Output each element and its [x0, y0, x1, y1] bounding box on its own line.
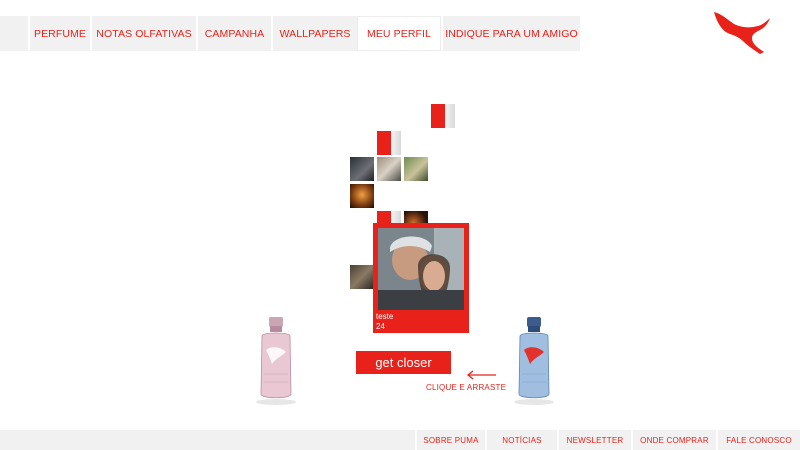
profile-thumb[interactable] [431, 104, 455, 128]
footer-link-newsletter[interactable]: NEWSLETTER [557, 430, 631, 450]
puma-tile-icon [377, 131, 392, 155]
puma-cat-logo-icon[interactable] [712, 10, 772, 56]
selected-profile-card[interactable]: teste 24 [373, 223, 469, 333]
tab-wallpapers[interactable]: WALLPAPERS [271, 16, 357, 51]
footer-bar: SOBRE PUMA NOTÍCIAS NEWSLETTER ONDE COMP… [0, 430, 800, 450]
tab-meu-perfil[interactable]: MEU PERFIL [357, 16, 441, 51]
footer-spacer [0, 430, 415, 450]
profile-thumb[interactable] [377, 131, 401, 155]
profile-thumb[interactable] [404, 157, 428, 181]
footer-link-fale-conosco[interactable]: FALE CONOSCO [716, 430, 800, 450]
profile-number: 24 [376, 322, 385, 331]
profile-name: teste [376, 312, 394, 321]
tile-edge [445, 104, 455, 128]
profile-thumb[interactable] [350, 184, 374, 208]
profile-thumb[interactable] [350, 157, 374, 181]
blue-perfume-bottle[interactable] [514, 316, 554, 406]
pink-perfume-bottle[interactable] [256, 316, 296, 406]
tab-indique-para-um-amigo[interactable]: INDIQUE PARA UM AMIGO [441, 16, 580, 51]
tile-edge [391, 131, 401, 155]
puma-tile-icon [431, 104, 446, 128]
drag-hint: CLIQUE E ARRASTE [426, 383, 507, 392]
profile-thumb[interactable] [377, 157, 401, 181]
profile-thumb[interactable] [350, 265, 374, 289]
arrow-left-icon [466, 370, 496, 380]
tab-campanha[interactable]: CAMPANHA [196, 16, 271, 51]
footer-link-noticias[interactable]: NOTÍCIAS [485, 430, 557, 450]
tab-perfume[interactable]: PERFUME [28, 16, 90, 51]
footer-link-sobre-puma[interactable]: SOBRE PUMA [415, 430, 485, 450]
profile-photo [378, 228, 464, 310]
footer-link-onde-comprar[interactable]: ONDE COMPRAR [631, 430, 716, 450]
nav-lead-spacer [0, 16, 28, 51]
get-closer-button[interactable]: get closer [356, 351, 451, 374]
top-navigation: PERFUME NOTAS OLFATIVAS CAMPANHA WALLPAP… [0, 16, 580, 51]
tab-notas-olfativas[interactable]: NOTAS OLFATIVAS [90, 16, 196, 51]
